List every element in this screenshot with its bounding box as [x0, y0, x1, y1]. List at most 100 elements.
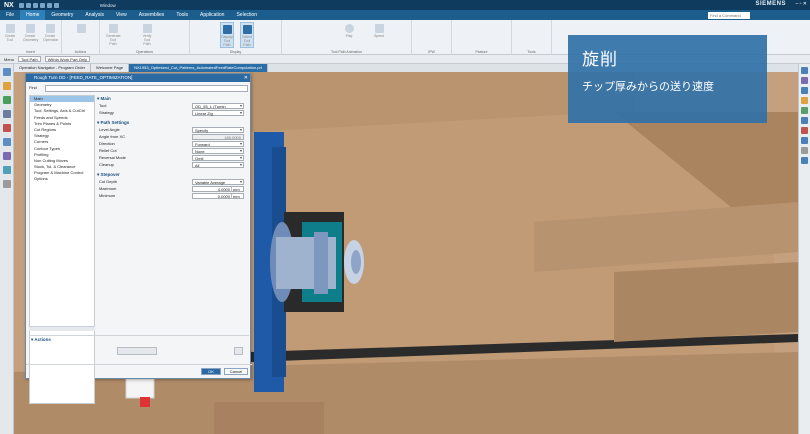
machine-tool-navigator-icon[interactable]: [3, 166, 11, 174]
minimum-row: Minimum 0.0000 mm: [97, 192, 249, 199]
save-icon[interactable]: [18, 2, 24, 8]
action-button[interactable]: [74, 22, 88, 34]
verify-icon: [142, 24, 152, 33]
settings-icon[interactable]: [3, 180, 11, 188]
unit-dropdown[interactable]: mm: [231, 193, 242, 199]
navigator-icon[interactable]: [3, 68, 11, 76]
generate-icon: [108, 24, 118, 33]
zoom-icon[interactable]: [801, 97, 808, 104]
rotate-icon[interactable]: [801, 77, 808, 84]
reuse-library-icon[interactable]: [3, 110, 11, 118]
unit-dropdown[interactable]: mm: [231, 186, 242, 192]
cleanup-dropdown[interactable]: All: [192, 161, 244, 168]
ribbon-group-actions: Actions: [62, 20, 100, 55]
fit-view-icon[interactable]: [801, 67, 808, 74]
measure-icon[interactable]: [801, 157, 808, 164]
paste-icon[interactable]: [53, 2, 59, 8]
menu-home[interactable]: Home: [20, 10, 46, 20]
ribbon-group-insert: Create Tool Create Geometry Create Opera…: [0, 20, 62, 55]
verify-replay-icons[interactable]: [117, 347, 157, 355]
level-angle-dropdown[interactable]: Specify: [192, 126, 244, 133]
copy-icon[interactable]: [46, 2, 52, 8]
menu-view[interactable]: View: [110, 10, 133, 20]
snap-icon[interactable]: [801, 147, 808, 154]
maximum-input[interactable]: 4.0000 mm: [192, 185, 244, 192]
view-toolbar: [798, 64, 810, 434]
menu-analysis[interactable]: Analysis: [79, 10, 110, 20]
cut-depth-dropdown[interactable]: Variable Average: [192, 178, 244, 185]
assembly-navigator-icon[interactable]: [3, 82, 11, 90]
select-tool-path-button[interactable]: Select Tool Path: [240, 22, 254, 48]
actions-header[interactable]: ▾ Actions: [29, 336, 249, 343]
ribbon-group-operations: Generate Tool Path Verify Tool Path Oper…: [100, 20, 190, 55]
type-filter-dropdown[interactable]: Tool Path: [18, 56, 41, 62]
tool-row: Tool OD_55_L (Turnin: [97, 102, 249, 109]
ribbon-group-animation: Play Speed Tool Path Animation: [282, 20, 412, 55]
tab-welcome-page[interactable]: Welcome Page: [91, 64, 130, 72]
menu-assemblies[interactable]: Assemblies: [133, 10, 171, 20]
tree-scrollbar[interactable]: [29, 326, 95, 331]
generate-tool-path-button[interactable]: Generate Tool Path: [106, 22, 121, 46]
menu-tools[interactable]: Tools: [170, 10, 194, 20]
find-input[interactable]: [45, 85, 248, 92]
create-operation-button[interactable]: Create Operation: [43, 22, 58, 42]
ribbon-group-display: Display Tool Path Select Tool Path Displ…: [190, 20, 282, 55]
display-tool-path-button[interactable]: Display Tool Path: [220, 22, 234, 48]
history-icon[interactable]: [3, 124, 11, 132]
orient-view-icon[interactable]: [801, 117, 808, 124]
close-icon[interactable]: ✕: [244, 74, 248, 82]
section-view-icon[interactable]: [801, 127, 808, 134]
menu-selection[interactable]: Selection: [230, 10, 263, 20]
section-main-header[interactable]: ▾ Main: [97, 95, 249, 102]
ribbon-group-label: Tools: [527, 50, 536, 54]
section-path-header[interactable]: ▾ Path Settings: [97, 119, 249, 126]
pan-icon[interactable]: [801, 87, 808, 94]
direction-dropdown[interactable]: Forward: [192, 140, 244, 147]
menu-geometry[interactable]: Geometry: [45, 10, 79, 20]
strategy-dropdown[interactable]: Linear Zig: [192, 109, 244, 116]
tool-dropdown[interactable]: OD_55_L (Turnin: [192, 102, 244, 109]
command-finder-input[interactable]: Find a Command: [708, 11, 750, 19]
window-controls[interactable]: – ▫ ✕: [795, 1, 807, 7]
ribbon-group-label: Insert: [26, 50, 35, 54]
web-browser-icon[interactable]: [3, 152, 11, 160]
dialog-title-bar[interactable]: Rough Turn OD - [FEED_RATE_OPTIMIZATION]…: [26, 74, 250, 82]
speed-slider[interactable]: Speed: [372, 22, 386, 38]
create-tool-button[interactable]: Create Tool: [3, 22, 17, 42]
relief-dropdown[interactable]: None: [192, 147, 244, 154]
minimum-input[interactable]: 0.0000 mm: [192, 192, 244, 199]
play-button[interactable]: Play: [342, 22, 356, 38]
tree-item-options[interactable]: Options: [30, 176, 94, 182]
create-geometry-icon: [25, 24, 35, 33]
generate-icon[interactable]: [234, 347, 243, 355]
tab-operation-navigator[interactable]: Operation Navigator - Program Order: [14, 64, 92, 72]
menu-button[interactable]: Menu: [4, 57, 14, 62]
redo-icon[interactable]: [32, 2, 38, 8]
cancel-button[interactable]: Cancel: [224, 368, 248, 375]
create-geometry-button[interactable]: Create Geometry: [23, 22, 38, 42]
undo-icon[interactable]: [25, 2, 31, 8]
menu-file[interactable]: File: [0, 10, 20, 20]
render-style-icon[interactable]: [801, 107, 808, 114]
angle-label: Angle from XC: [99, 134, 126, 139]
direction-label: Direction: [99, 141, 115, 146]
ribbon-group-label: Operations: [135, 50, 154, 54]
layer-icon[interactable]: [801, 137, 808, 144]
selection-scope-dropdown[interactable]: Within Work Part Only: [44, 56, 90, 62]
verify-tool-path-button[interactable]: Verify Tool Path: [140, 22, 154, 46]
tab-part-file[interactable]: NX1953_Optimized_Cut_Patterns_AutomatedF…: [129, 64, 268, 72]
angle-input[interactable]: 180.0000: [192, 133, 244, 140]
window-menu[interactable]: Window: [100, 3, 116, 8]
ok-button[interactable]: OK: [201, 368, 221, 375]
resource-bar: [0, 64, 14, 434]
cleanup-row: Cleanup All: [97, 161, 249, 168]
part-navigator-icon[interactable]: [3, 96, 11, 104]
section-stepover-header[interactable]: ▾ Stepover: [97, 171, 249, 178]
cut-icon[interactable]: [39, 2, 45, 8]
reversal-dropdown[interactable]: Omit: [192, 154, 244, 161]
tree-item-tool-settings[interactable]: Tool, Settings, Axis & CutCtrl: [30, 108, 94, 114]
roles-icon[interactable]: [3, 138, 11, 146]
menu-application[interactable]: Application: [194, 10, 230, 20]
maximum-row: Maximum 4.0000 mm: [97, 185, 249, 192]
find-label: Find: [29, 85, 37, 90]
